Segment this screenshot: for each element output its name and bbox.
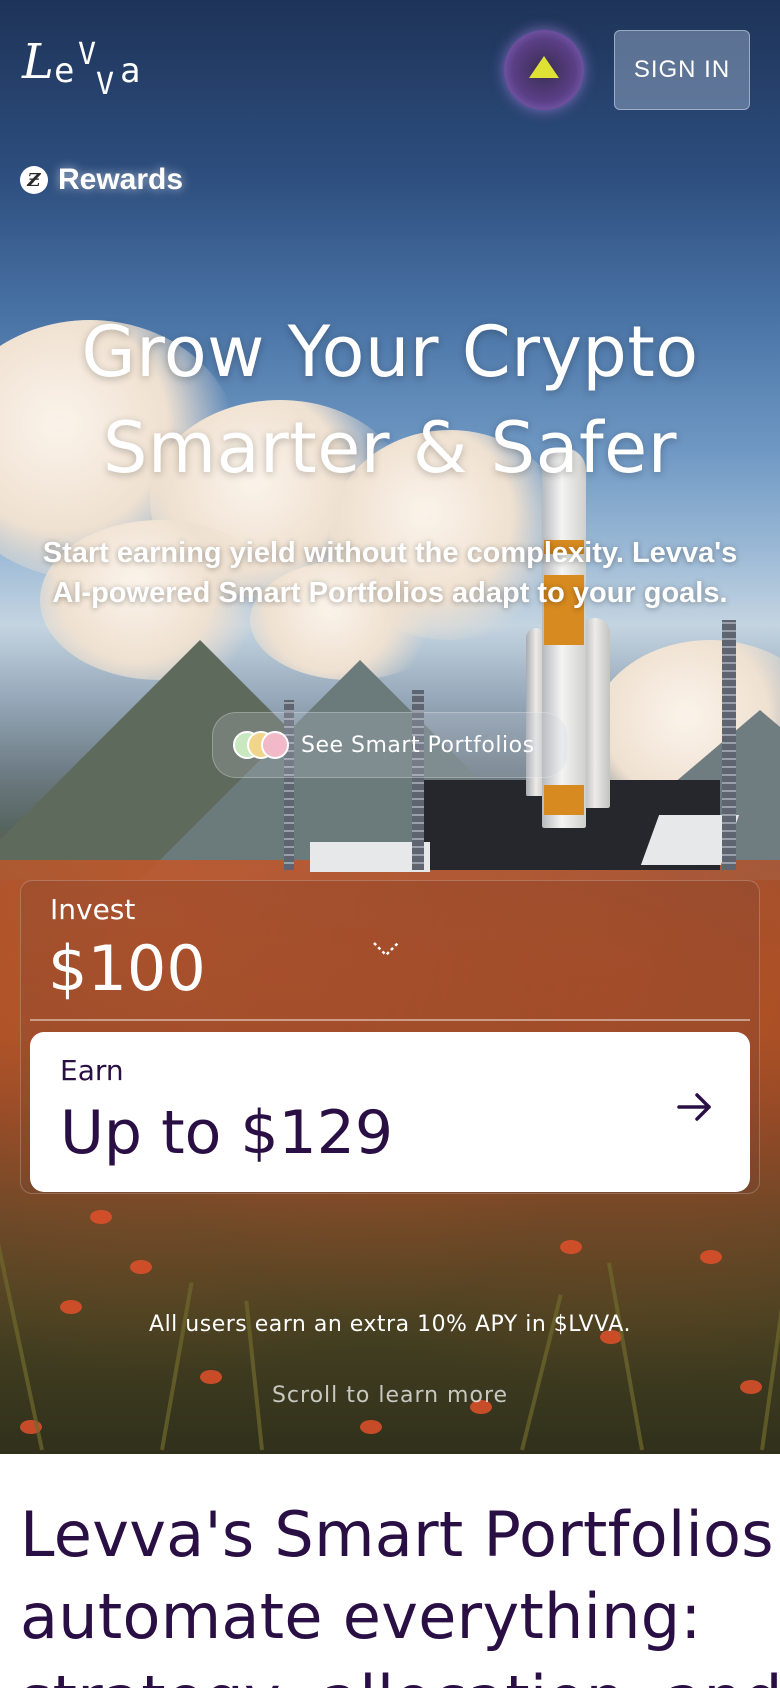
see-smart-portfolios-button[interactable]: See Smart Portfolios — [212, 712, 568, 778]
earn-result-card[interactable]: Earn Up to $129 — [30, 1032, 750, 1192]
section-title-line1: Levva's Smart Portfolios — [20, 1498, 774, 1571]
section-title-line3: strategy, allocation, and — [20, 1658, 780, 1688]
svg-text:L: L — [21, 34, 54, 90]
orb-menu-button[interactable] — [504, 30, 584, 110]
rewards-token-icon: Ƶ — [20, 166, 48, 194]
chevron-down-icon[interactable] — [372, 940, 400, 958]
rocket-band — [544, 785, 584, 815]
portfolio-coins-icon — [233, 731, 289, 759]
sign-in-button[interactable]: SIGN IN — [614, 30, 750, 110]
earn-amount: Up to $129 — [60, 1098, 394, 1168]
hero-headline-line2: Smarter & Safer — [103, 407, 677, 489]
coin-icon — [261, 731, 289, 759]
hero-headline-line1: Grow Your Crypto — [81, 311, 699, 393]
svg-text:V: V — [96, 67, 114, 102]
rewards-label: Rewards — [58, 163, 184, 196]
flower — [130, 1260, 152, 1274]
smart-portfolios-section: Levva's Smart Portfolios automate everyt… — [0, 1454, 780, 1688]
svg-text:V: V — [78, 37, 96, 72]
levva-logo[interactable]: L e V V a — [20, 32, 160, 104]
flower — [90, 1210, 112, 1224]
flower — [360, 1420, 382, 1434]
launch-tower — [722, 620, 736, 870]
earn-label: Earn — [60, 1054, 124, 1087]
hero-subhead: Start earning yield without the complexi… — [42, 537, 738, 609]
flower — [560, 1240, 582, 1254]
hero-headline: Grow Your Crypto Smarter & Safer — [20, 304, 760, 496]
section-title-line2: automate everything: — [20, 1580, 702, 1653]
levva-logo-mark: L e V V a — [21, 34, 140, 102]
svg-text:a: a — [120, 51, 140, 91]
yellow-triangle-icon — [529, 56, 559, 78]
flower — [700, 1250, 722, 1264]
invest-amount-input[interactable]: $100 — [48, 932, 206, 1005]
rewards-link[interactable]: Ƶ Rewards — [20, 163, 183, 197]
svg-text:e: e — [54, 51, 74, 91]
invest-label: Invest — [50, 893, 136, 926]
calculator-divider — [30, 1019, 750, 1021]
see-smart-portfolios-label: See Smart Portfolios — [301, 732, 535, 758]
flower — [200, 1370, 222, 1384]
section-title: Levva's Smart Portfolios automate everyt… — [20, 1494, 780, 1688]
apy-note: All users earn an extra 10% APY in $LVVA… — [149, 1312, 631, 1337]
arrow-right-icon — [677, 1093, 711, 1121]
scroll-to-learn-more-link[interactable]: Scroll to learn more — [0, 1383, 780, 1408]
